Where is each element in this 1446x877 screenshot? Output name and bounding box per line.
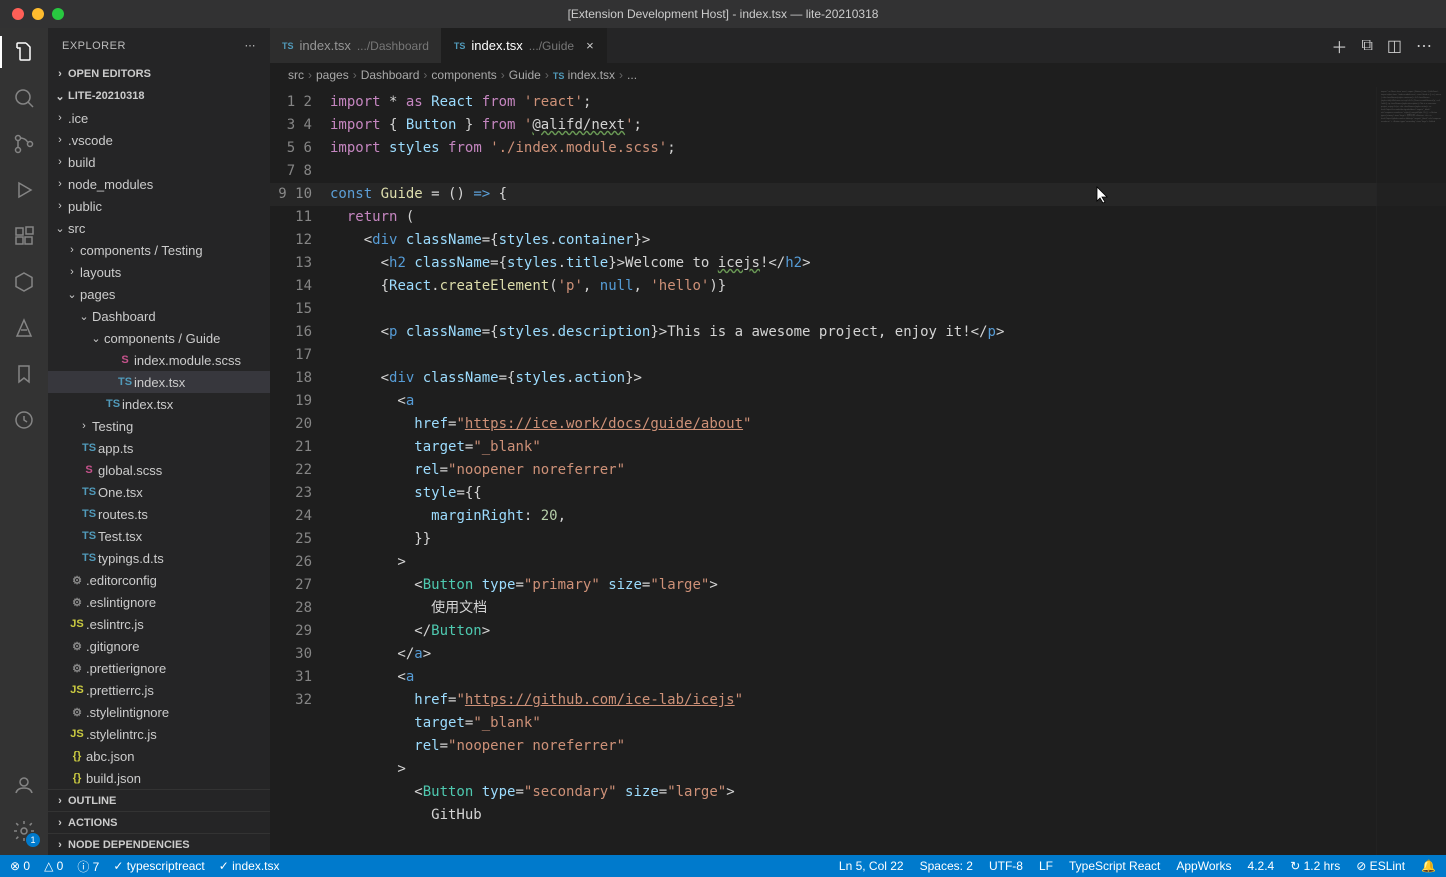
breadcrumb-item[interactable]: pages [316,68,349,82]
file-item[interactable]: Sindex.module.scss [48,349,270,371]
search-icon[interactable] [10,84,38,112]
activity-bar: 1 [0,28,48,855]
file-item[interactable]: {}abc.json [48,745,270,767]
file-item[interactable]: JS.stylelintrc.js [48,723,270,745]
file-item[interactable]: TSroutes.ts [48,503,270,525]
file-item[interactable]: ⚙.gitignore [48,635,270,657]
close-tab-icon[interactable]: × [586,38,594,53]
status-appworks[interactable]: AppWorks [1176,859,1231,873]
status-errors[interactable]: ⊗ 0 [10,859,30,873]
extensions-icon[interactable] [10,222,38,250]
minimize-window-button[interactable] [32,8,44,20]
history-icon[interactable] [10,406,38,434]
breadcrumb-item[interactable]: Guide [509,68,541,82]
split-editor-icon[interactable]: ◫ [1387,36,1402,56]
status-bell-icon[interactable]: 🔔 [1421,859,1436,873]
status-file-check[interactable]: ✓ index.tsx [219,859,280,873]
folder-item[interactable]: ›Testing [48,415,270,437]
status-time[interactable]: ↻ 1.2 hrs [1290,859,1340,873]
status-encoding[interactable]: UTF-8 [989,859,1023,873]
file-item[interactable]: ⚙.stylelintignore [48,701,270,723]
node-deps-header[interactable]: ›NODE DEPENDENCIES [48,833,270,855]
file-item[interactable]: TSindex.tsx [48,393,270,415]
minimap[interactable]: import * as React from 'react'; import {… [1376,87,1446,855]
explorer-icon[interactable] [10,38,38,66]
breadcrumb-item[interactable]: TS index.tsx [553,68,615,82]
folder-item[interactable]: ›components / Testing [48,239,270,261]
editor-tab[interactable]: TSindex.tsx.../Guide× [442,28,607,63]
file-item[interactable]: Sglobal.scss [48,459,270,481]
file-item[interactable]: {}build.json [48,767,270,789]
editor-tabs: TSindex.tsx.../DashboardTSindex.tsx.../G… [270,28,1446,63]
status-info[interactable]: ⓘ 7 [77,858,99,875]
settings-gear-icon[interactable]: 1 [10,817,38,845]
status-lang-check[interactable]: ✓ typescriptreact [113,859,204,873]
status-warnings[interactable]: △ 0 [44,859,63,873]
account-icon[interactable] [10,771,38,799]
file-item[interactable]: JS.prettierrc.js [48,679,270,701]
breadcrumb[interactable]: src›pages›Dashboard›components›Guide›TS … [270,63,1446,87]
folder-item[interactable]: ⌄src [48,217,270,239]
run-debug-icon[interactable] [10,176,38,204]
file-item[interactable]: ⚙.editorconfig [48,569,270,591]
diff-icon[interactable]: ⧉ [1361,37,1372,55]
folder-item[interactable]: ›public [48,195,270,217]
status-mode[interactable]: TypeScript React [1069,859,1160,873]
outline-header[interactable]: ›OUTLINE [48,789,270,811]
folder-item[interactable]: ›layouts [48,261,270,283]
status-spaces[interactable]: Spaces: 2 [920,859,973,873]
file-item[interactable]: TSOne.tsx [48,481,270,503]
more-actions-icon[interactable]: ⋯ [1416,36,1432,56]
file-tree: ›.ice›.vscode›build›node_modules›public⌄… [48,107,270,789]
folder-item[interactable]: ⌄components / Guide [48,327,270,349]
file-item[interactable]: TSapp.ts [48,437,270,459]
status-version[interactable]: 4.2.4 [1248,859,1275,873]
folder-item[interactable]: ⌄pages [48,283,270,305]
file-item[interactable]: ⚙.eslintignore [48,591,270,613]
folder-item[interactable]: ›node_modules [48,173,270,195]
breadcrumb-item[interactable]: src [288,68,304,82]
explorer-sidebar: EXPLORER ⋯ ›OPEN EDITORS ⌄LITE-20210318 … [48,28,270,855]
folder-item[interactable]: ›build [48,151,270,173]
breadcrumb-item[interactable]: components [431,68,496,82]
bookmark-icon[interactable] [10,360,38,388]
title-bar: [Extension Development Host] - index.tsx… [0,0,1446,28]
actions-header[interactable]: ›ACTIONS [48,811,270,833]
explorer-title: EXPLORER [62,40,126,52]
status-bar: ⊗ 0 △ 0 ⓘ 7 ✓ typescriptreact ✓ index.ts… [0,855,1446,877]
file-item[interactable]: TSTest.tsx [48,525,270,547]
breadcrumb-item[interactable]: ... [627,68,637,82]
explorer-more-icon[interactable]: ⋯ [245,39,257,52]
folder-item[interactable]: ›.ice [48,107,270,129]
appworks-icon[interactable] [10,314,38,342]
file-item[interactable]: JS.eslintrc.js [48,613,270,635]
file-item[interactable]: ⚙.prettierignore [48,657,270,679]
new-file-icon[interactable]: ＋ [1331,34,1347,58]
project-header[interactable]: ⌄LITE-20210318 [48,85,270,107]
window-title: [Extension Development Host] - index.tsx… [568,7,879,21]
file-item[interactable]: TStypings.d.ts [48,547,270,569]
editor-tab[interactable]: TSindex.tsx.../Dashboard [270,28,442,63]
status-position[interactable]: Ln 5, Col 22 [839,859,904,873]
breadcrumb-item[interactable]: Dashboard [361,68,420,82]
editor-area: TSindex.tsx.../DashboardTSindex.tsx.../G… [270,28,1446,855]
source-control-icon[interactable] [10,130,38,158]
folder-item[interactable]: ›.vscode [48,129,270,151]
maximize-window-button[interactable] [52,8,64,20]
file-item[interactable]: TSindex.tsx [48,371,270,393]
folder-item[interactable]: ⌄Dashboard [48,305,270,327]
close-window-button[interactable] [12,8,24,20]
hexagon-icon[interactable] [10,268,38,296]
status-eslint[interactable]: ⊘ ESLint [1356,859,1405,873]
status-eol[interactable]: LF [1039,859,1053,873]
open-editors-header[interactable]: ›OPEN EDITORS [48,63,270,85]
